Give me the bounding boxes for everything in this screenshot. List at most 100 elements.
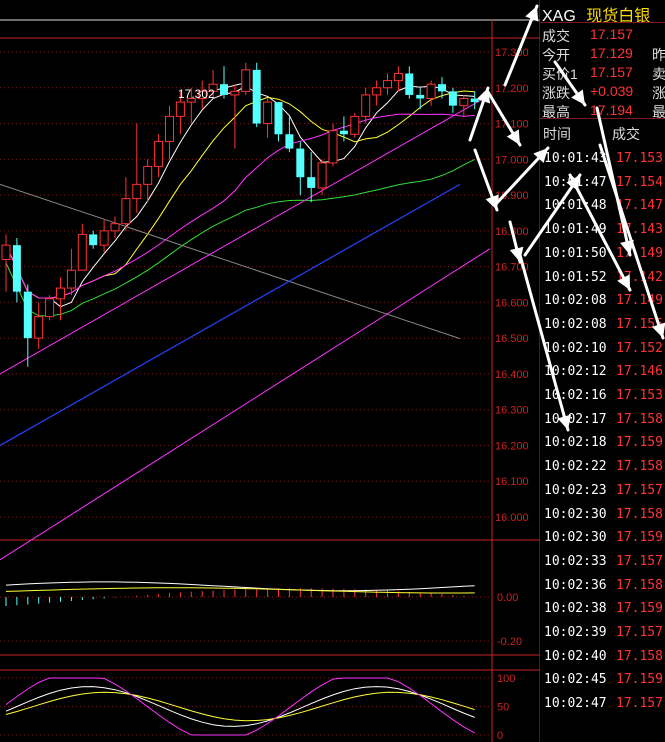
- tick-row: 10:02:45 17.159: [540, 672, 665, 696]
- quote-value: 17.157: [590, 64, 633, 80]
- tick-row: 10:02:39 17.157: [540, 625, 665, 649]
- quote-extra: 最: [652, 104, 665, 120]
- quote-value: +0.039: [590, 83, 634, 99]
- tick-row: 10:02:47 17.157: [540, 696, 665, 720]
- candle-body-up: [459, 98, 469, 107]
- tick-time: 10:01:43: [544, 151, 607, 166]
- candle-body-down: [405, 73, 414, 95]
- candle-body-up: [241, 69, 251, 92]
- quote-value: 17.129: [590, 45, 633, 61]
- tick-time: 10:02:12: [544, 364, 607, 380]
- tick-time: 10:02:40: [544, 648, 607, 664]
- price-tick-label: 16.700: [495, 262, 529, 274]
- tick-time: 10:02:16: [544, 388, 607, 403]
- tick-row: 10:02:30 17.158: [540, 507, 665, 531]
- quote-label: 成交: [542, 28, 570, 44]
- candle-body-down: [285, 134, 294, 149]
- tick-row: 10:02:12 17.146: [540, 364, 665, 388]
- quote-extra: 涨: [652, 85, 665, 101]
- instrument-header: XAG 现货白银: [542, 2, 650, 25]
- candle-body-down: [470, 98, 479, 103]
- price-tick-label: 17.100: [495, 119, 529, 131]
- candle-body-down: [23, 291, 32, 339]
- candle-body-up: [34, 316, 44, 339]
- quote-row: 涨跌 +0.039 涨: [540, 83, 665, 104]
- tick-time: 10:02:47: [544, 696, 607, 712]
- tick-row: 10:01:48 17.147: [540, 198, 665, 222]
- tick-price: 17.143: [616, 222, 663, 238]
- price-tick-label: 16.000: [495, 512, 529, 524]
- quote-label: 买价1: [542, 66, 578, 82]
- kdj-tick-label: 50: [497, 702, 509, 714]
- quote-row: 成交 17.157: [540, 26, 665, 47]
- candle-body-up: [56, 287, 65, 300]
- tick-price: 17.155: [616, 316, 663, 332]
- tick-row: 10:01:47 17.154: [540, 175, 665, 199]
- tick-time: 10:02:23: [544, 482, 607, 498]
- tick-price: 17.157: [616, 625, 663, 640]
- price-tick-label: 16.500: [495, 333, 529, 345]
- candle-body-down: [252, 69, 261, 124]
- tick-price: 17.159: [616, 672, 663, 688]
- quote-label: 涨跌: [542, 85, 570, 101]
- tick-time: 10:02:30: [544, 506, 607, 522]
- tick-price: 17.158: [616, 411, 663, 427]
- tick-time: 10:02:33: [544, 553, 607, 569]
- candle-body-up: [165, 115, 174, 142]
- chart-area: 17.300 17.200 17.100 17.000 16.900 16.800 16.7…: [0, 0, 540, 742]
- price-tick-label: 17.000: [495, 154, 529, 166]
- tick-price: 17.154: [616, 174, 663, 190]
- candle-body-up: [230, 90, 240, 96]
- tick-row: 10:02:08 17.155: [540, 317, 665, 341]
- candle-body-up: [99, 230, 109, 246]
- tick-time: 10:02:17: [544, 411, 607, 427]
- ma250-line: [0, 183, 461, 446]
- tick-time: 10:02:39: [544, 625, 607, 640]
- tick-row: 10:02:22 17.158: [540, 459, 665, 483]
- candle-body-down: [416, 94, 425, 99]
- tick-row: 10:02:30 17.159: [540, 530, 665, 554]
- tick-price: 17.149: [616, 245, 663, 261]
- price-tick-label: 16.600: [495, 297, 529, 309]
- tick-time: 10:02:30: [544, 530, 607, 546]
- tick-price: 17.158: [616, 506, 663, 522]
- channel-line-upper: [0, 94, 491, 375]
- price-column-header: 成交: [612, 126, 640, 142]
- tick-time: 10:01:47: [544, 174, 607, 190]
- tick-price: 17.158: [616, 459, 663, 475]
- tick-price: 17.153: [616, 388, 663, 403]
- tick-row: 10:02:17 17.158: [540, 412, 665, 436]
- candle-body-up: [372, 87, 382, 96]
- candle-body-up: [393, 72, 403, 82]
- tick-price: 17.159: [616, 435, 663, 451]
- candle-body-up: [350, 115, 360, 135]
- candle-body-up: [1, 244, 11, 260]
- candle-body-up: [45, 298, 55, 318]
- candle-body-down: [339, 130, 348, 135]
- tick-row: 10:02:16 17.153: [540, 388, 665, 412]
- tick-price: 17.152: [616, 340, 663, 356]
- candle-body-down: [220, 84, 228, 95]
- price-tick-label: 17.300: [495, 47, 529, 59]
- price-tick-label: 17.200: [495, 83, 529, 95]
- tick-row: 10:01:52 17.142: [540, 270, 665, 294]
- high-annotation: 17.302: [178, 87, 215, 101]
- price-tick-label: 16.400: [495, 369, 529, 381]
- quote-label: 今开: [542, 47, 570, 63]
- macd-tick-label: 0.00: [497, 592, 518, 604]
- time-column-header: 时间: [543, 126, 571, 142]
- tick-time: 10:02:36: [544, 577, 607, 593]
- tick-time: 10:02:08: [544, 293, 607, 309]
- price-tick-label: 16.300: [495, 405, 529, 417]
- tick-row: 10:02:23 17.157: [540, 483, 665, 507]
- tick-price: 17.153: [616, 151, 663, 166]
- candle-body-up: [263, 101, 273, 125]
- candle-body-down: [307, 177, 316, 188]
- candle-body-down: [274, 102, 283, 135]
- tick-price: 17.158: [616, 577, 663, 593]
- candle-body-up: [383, 80, 392, 89]
- tick-time: 10:02:22: [544, 459, 607, 475]
- quote-row: 买价1 17.157 卖: [540, 64, 665, 85]
- price-tick-label: 16.800: [495, 226, 529, 238]
- candle-body-down: [438, 84, 446, 92]
